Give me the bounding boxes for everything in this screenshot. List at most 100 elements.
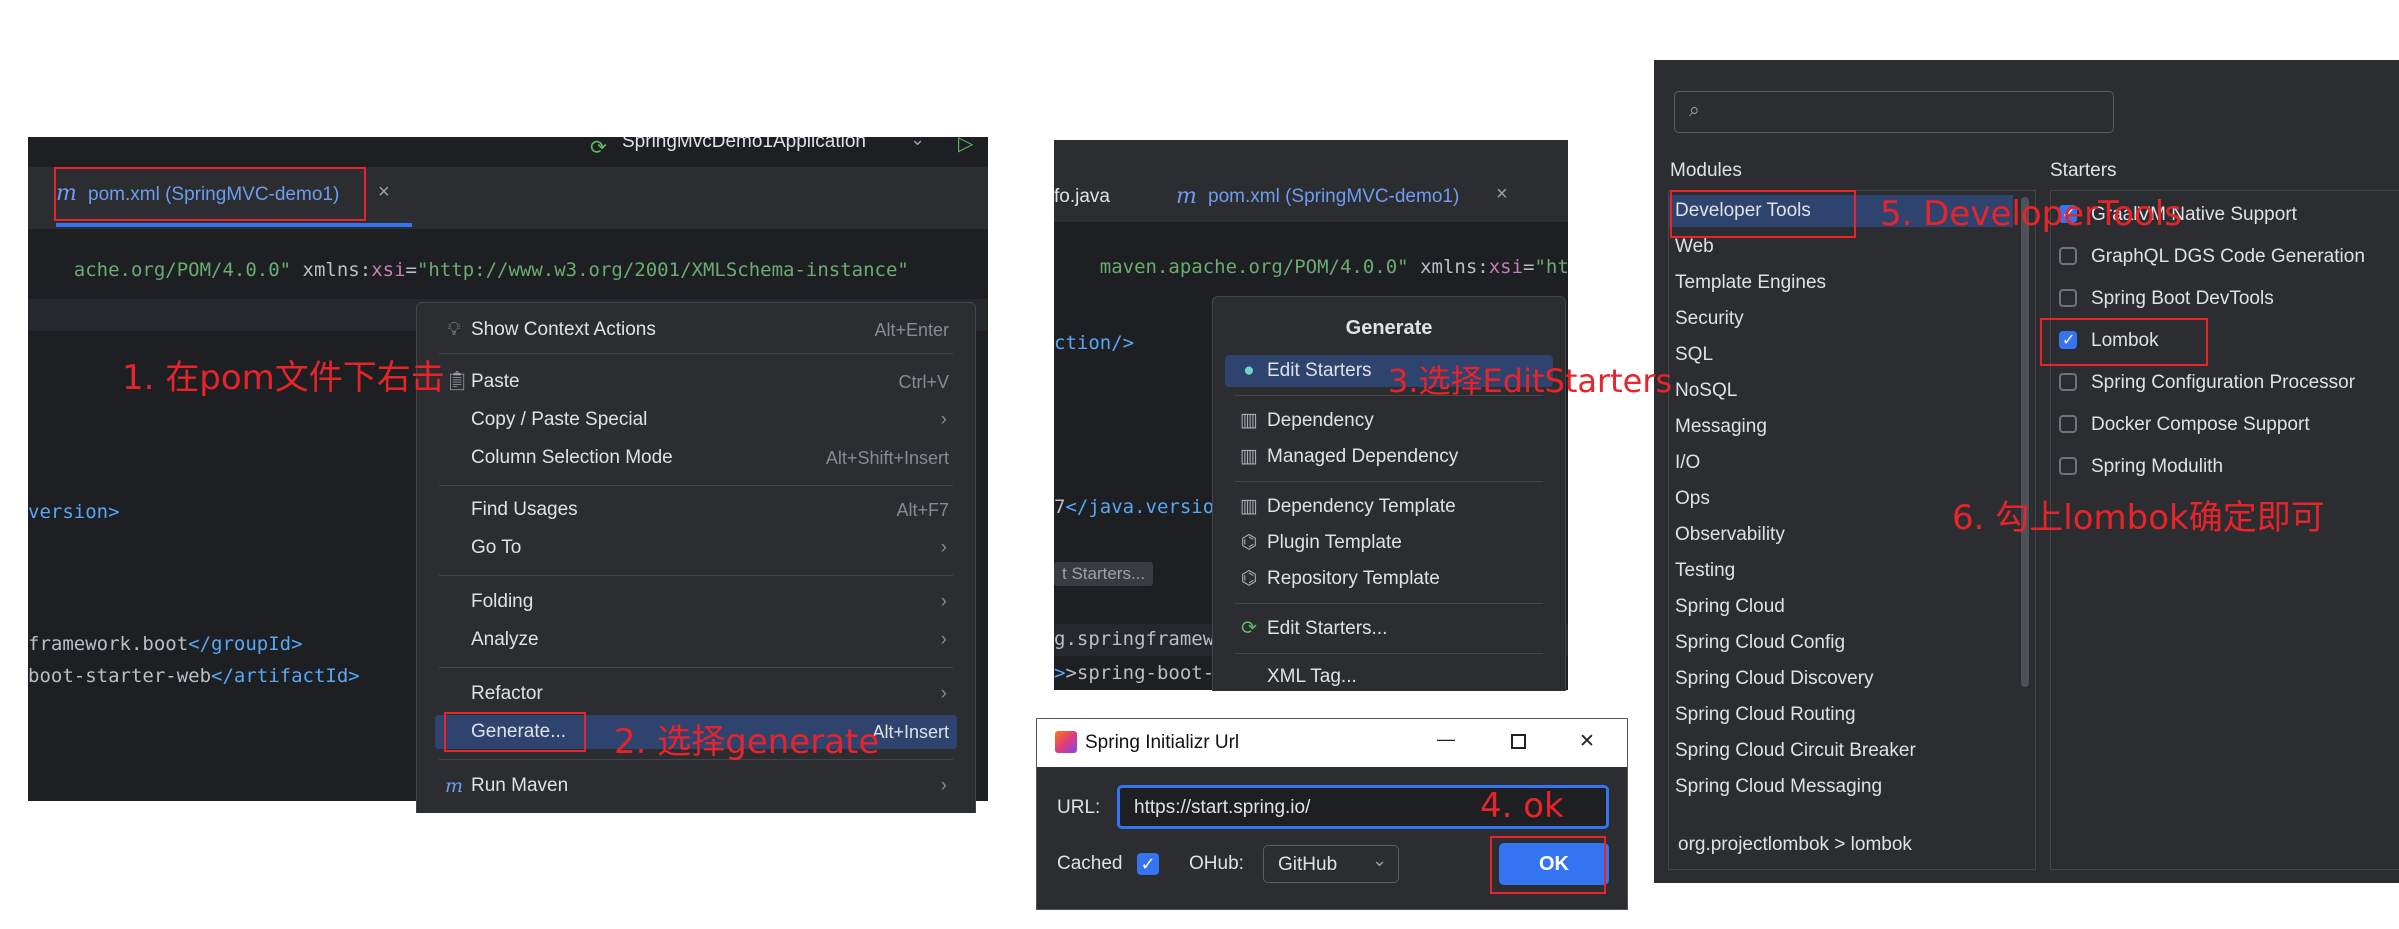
starters-header: Starters [2050,160,2117,181]
annotation-step1: 1. 在pom文件下右击 [122,358,445,398]
module-item[interactable]: Observability [1675,519,1785,551]
menu-item-folding[interactable]: Folding › [435,585,957,619]
chevron-right-icon: › [940,629,947,650]
title-bar: ⟳ SpringMvcDemo1Application ⌄ ▷ [28,137,988,167]
annotation-step3: 3.选择EditStarters [1388,362,1673,400]
starter-checkbox[interactable] [2059,289,2077,307]
chevron-down-icon: ⌄ [1372,850,1388,870]
chevron-right-icon: › [940,683,947,704]
starter-checkbox[interactable] [2059,415,2077,433]
annotation-step5: 5. DeveloperTools [1880,194,2182,234]
dialog-title: Spring Initializr Url [1085,732,1240,753]
annotation-step4: 4. ok [1480,786,1564,826]
ohub-select[interactable]: GitHub ⌄ [1263,845,1399,883]
generate-item-edit-starters-ellipsis[interactable]: ⟳ Edit Starters... [1225,613,1553,645]
code-line-artifactid: >>spring-boot-s [1054,662,1226,684]
chevron-right-icon: › [940,775,947,796]
menu-item-go-to[interactable]: Go To › [435,531,957,565]
highlight-box-lombok [2040,318,2208,366]
generate-popup-title: Generate [1345,317,1433,339]
code-line-xmlns: ache.org/POM/4.0.0" xmlns:xsi="http://ww… [73,259,909,281]
menu-separator [439,485,953,486]
dialog-title-bar: Spring Initializr Url — ✕ [1037,719,1627,767]
intellij-logo-icon [1055,731,1077,753]
menu-item-show-context-actions[interactable]: 💡︎ Show Context Actions Alt+Enter [435,313,957,347]
highlight-box-generate [444,712,586,752]
menu-item-analyze[interactable]: Analyze › [435,623,957,657]
module-item[interactable]: Ops [1675,483,1710,515]
module-item[interactable]: Spring Cloud Discovery [1675,663,1874,695]
menu-separator [439,353,953,354]
module-item[interactable]: Security [1675,303,1744,335]
code-line-groupid: g.springframew [1054,628,1215,650]
run-icon[interactable]: ▷ [958,137,973,156]
starter-label: Spring Modulith [2091,456,2224,477]
chevron-down-icon[interactable]: ⌄ [910,137,925,150]
inlay-hint-edit-starters[interactable]: t Starters... [1054,562,1154,586]
generate-item-dependency-template[interactable]: ▥ Dependency Template [1225,491,1553,523]
code-line-groupid: framework.boot</groupId> [28,633,303,655]
code-line-version: version> [28,501,120,523]
spring-icon: ● [1243,360,1255,381]
url-input-value: https://start.spring.io/ [1134,797,1311,818]
menu-item-refactor[interactable]: Refactor › [435,677,957,711]
ohub-select-value: GitHub [1278,854,1338,875]
search-input[interactable]: ⌕ [1674,91,2114,133]
library-icon: ▥ [1240,410,1258,431]
tab-close-icon[interactable]: × [1496,183,1508,206]
module-item[interactable]: Messaging [1675,411,1767,443]
starter-checkbox[interactable] [2059,457,2077,475]
modules-scrollbar[interactable] [2021,197,2029,687]
starter-checkbox[interactable] [2059,373,2077,391]
chevron-right-icon: › [940,409,947,430]
code-line-xmlns: maven.apache.org/POM/4.0.0" xmlns:xsi="h… [1099,256,1568,278]
selected-dependency-path: org.projectlombok > lombok [1678,834,1912,855]
annotation-step6: 6. 勾上lombok确定即可 [1952,498,2325,538]
active-tab-underline [56,223,412,227]
close-icon[interactable]: ✕ [1579,730,1595,753]
tab-close-icon[interactable]: × [378,181,390,204]
spring-icon: ⟳ [1241,618,1257,639]
modules-header: Modules [1670,160,1742,181]
starter-checkbox[interactable] [2059,247,2077,265]
module-item[interactable]: Spring Cloud Circuit Breaker [1675,735,1916,767]
module-item[interactable]: I/O [1675,447,1700,479]
edit-starters-panel: ⌕ Modules Starters Developer Tools Web Tem… [1654,60,2399,883]
minimize-icon[interactable]: — [1437,729,1455,750]
menu-separator [439,667,953,668]
tab-prev-file[interactable]: fo.java [1054,186,1110,208]
generate-item-plugin-template[interactable]: ⌬ Plugin Template [1225,527,1553,559]
run-config-selector[interactable]: SpringMvcDemo1Application [622,137,866,153]
module-item[interactable]: Spring Cloud Config [1675,627,1845,659]
module-item[interactable]: Spring Cloud Routing [1675,699,1856,731]
highlight-box-pom-tab [54,167,366,221]
generate-item-repository-template[interactable]: ⌬ Repository Template [1225,563,1553,595]
maximize-icon[interactable] [1511,734,1526,749]
editor-tabs: fo.java m pom.xml (SpringMVC-demo1) × [1054,140,1568,222]
module-item[interactable]: Spring Cloud Messaging [1675,771,1882,803]
module-item[interactable]: NoSQL [1675,375,1737,407]
tab-pom-xml[interactable]: pom.xml (SpringMVC-demo1) [1208,186,1459,208]
annotation-step2: 2. 选择generate [614,722,880,762]
module-item[interactable]: SQL [1675,339,1713,371]
chevron-right-icon: › [940,591,947,612]
module-item[interactable]: Testing [1675,555,1735,587]
generate-item-dependency[interactable]: ▥ Dependency [1225,405,1553,437]
generate-item-xml-tag[interactable]: XML Tag... [1225,661,1553,693]
menu-item-column-selection-mode[interactable]: Column Selection Mode Alt+Shift+Insert [435,441,957,475]
menu-item-find-usages[interactable]: Find Usages Alt+F7 [435,493,957,527]
generate-item-managed-dependency[interactable]: ▥ Managed Dependency [1225,441,1553,473]
maven-icon: m [445,775,464,797]
starter-label: Docker Compose Support [2091,414,2310,435]
plugin-icon: ⌬ [1240,568,1258,589]
code-line-java-version: 7</java.versio [1054,496,1215,518]
module-item[interactable]: Template Engines [1675,267,1826,299]
menu-item-paste[interactable]: 📋︎ Paste Ctrl+V [435,365,957,399]
url-label: URL: [1057,797,1101,818]
starter-label: Spring Configuration Processor [2091,372,2356,393]
menu-item-copy-paste-special[interactable]: Copy / Paste Special › [435,403,957,437]
menu-separator [1235,653,1543,654]
module-item[interactable]: Spring Cloud [1675,591,1785,623]
cached-checkbox[interactable]: ✓ [1137,853,1159,875]
menu-item-run-maven[interactable]: m Run Maven › [435,769,957,803]
